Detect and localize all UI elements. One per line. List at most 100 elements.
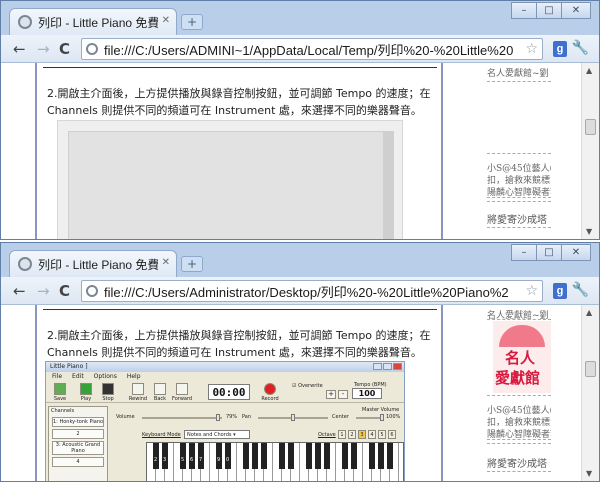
tab-close-icon[interactable]: ✕ xyxy=(162,15,170,26)
forward-arrow-icon[interactable]: → xyxy=(37,40,50,58)
bookmark-star-icon[interactable]: ☆ xyxy=(525,41,538,57)
article-column: 2.開啟主介面後，上方提供播放與錄音控制按鈕，並可調節 Tempo 的速度；在 … xyxy=(35,63,443,239)
scroll-down-icon[interactable]: ▼ xyxy=(586,469,592,478)
url-text[interactable]: file:///C:/Users/Administrator/Desktop/列… xyxy=(104,282,521,301)
record-label: Record xyxy=(261,396,279,402)
tempo-value: 100 xyxy=(352,388,382,399)
pan-label: Pan xyxy=(242,414,252,420)
title-bar: 列印 - Little Piano 免費虛擬 ✕ + – □ ✕ xyxy=(1,243,599,277)
paragraph-line: 2.開啟主介面後，上方提供播放與錄音控制按鈕，並可調節 Tempo 的速度；在 xyxy=(47,329,431,342)
maximize-button[interactable]: □ xyxy=(536,2,562,19)
channel-item: 3: Acoustic Grand Piano xyxy=(52,441,104,455)
wrench-icon[interactable]: 🔧 xyxy=(572,40,589,56)
sidebar: 名人愛獻館~劉 小S@45位藝人(圖 扣，搶救來競標， 陽麟心智障礙者籌 將愛寄… xyxy=(443,63,581,239)
dashed-divider xyxy=(487,471,551,472)
app-maximize-icon xyxy=(383,363,392,370)
menu-options: Options xyxy=(93,373,117,380)
address-bar[interactable]: file:///C:/Users/ADMINI~1/AppData/Local/… xyxy=(81,38,543,60)
app-body: Channels 1: Honky-tonk Piano 2 3: Acoust… xyxy=(46,404,404,481)
piano-keyboard: 23 567 90 xyxy=(146,442,404,481)
black-key xyxy=(387,443,393,469)
new-tab-button[interactable]: + xyxy=(181,14,203,30)
minimize-button[interactable]: – xyxy=(511,2,537,19)
wrench-icon[interactable]: 🔧 xyxy=(572,282,589,298)
dashed-divider xyxy=(487,201,551,202)
play-tool: Play xyxy=(76,383,96,402)
back-arrow-icon[interactable]: ← xyxy=(13,282,26,300)
dashed-divider xyxy=(487,443,551,444)
page-globe-icon xyxy=(18,15,32,29)
black-key xyxy=(243,443,249,469)
bookmark-star-icon[interactable]: ☆ xyxy=(525,283,538,299)
scroll-up-icon[interactable]: ▲ xyxy=(586,308,592,317)
black-key xyxy=(342,443,348,469)
browser-tab[interactable]: 列印 - Little Piano 免費虛擬 ✕ xyxy=(9,250,177,277)
dashed-divider xyxy=(487,227,551,228)
scrollbar-thumb[interactable] xyxy=(585,361,596,377)
google-extension-icon[interactable]: g xyxy=(553,41,567,57)
app-menu-bar: File Edit Options Help xyxy=(46,372,404,381)
save-tool: Save xyxy=(50,383,70,402)
dashed-divider xyxy=(487,81,551,82)
rewind-icon xyxy=(132,383,144,395)
black-key: 3 xyxy=(162,443,168,469)
browser-toolbar: ← → C file:///C:/Users/Administrator/Des… xyxy=(1,277,599,305)
new-tab-button[interactable]: + xyxy=(181,256,203,272)
white-key xyxy=(399,443,403,481)
page-icon xyxy=(86,43,98,55)
app-close-icon xyxy=(393,363,402,370)
browser-window-2: 列印 - Little Piano 免費虛擬 ✕ + – □ ✕ ← → C f… xyxy=(0,242,600,482)
close-window-button[interactable]: ✕ xyxy=(561,244,591,261)
scroll-up-icon[interactable]: ▲ xyxy=(586,66,592,75)
tab-title: 列印 - Little Piano 免費虛擬 xyxy=(38,15,158,30)
charity-ad-banner[interactable]: 名人 愛獻館 xyxy=(493,321,551,393)
browser-tab[interactable]: 列印 - Little Piano 免費虛擬 ✕ xyxy=(9,8,177,35)
google-extension-icon[interactable]: g xyxy=(553,283,567,299)
master-volume-knob xyxy=(380,414,384,421)
scroll-down-icon[interactable]: ▼ xyxy=(586,227,592,236)
black-key xyxy=(306,443,312,469)
url-text[interactable]: file:///C:/Users/ADMINI~1/AppData/Local/… xyxy=(104,40,521,59)
forward-arrow-icon[interactable]: → xyxy=(37,282,50,300)
menu-file: File xyxy=(52,373,63,380)
play-icon xyxy=(80,383,92,395)
tab-close-icon[interactable]: ✕ xyxy=(162,257,170,268)
black-key xyxy=(324,443,330,469)
page-globe-icon xyxy=(18,257,32,271)
screenshot-image-loading xyxy=(57,120,403,239)
sidebar-link[interactable]: 名人愛獻館~劉 xyxy=(487,66,551,79)
tempo-minus-button: - xyxy=(338,390,348,399)
browser-toolbar: ← → C file:///C:/Users/ADMINI~1/AppData/… xyxy=(1,35,599,63)
dashed-divider xyxy=(487,319,551,320)
app-title-bar: Little Piano ] xyxy=(46,362,404,372)
title-bar: 列印 - Little Piano 免費虛擬 ✕ + – □ ✕ xyxy=(1,1,599,35)
vertical-scrollbar[interactable]: ▲ ▼ xyxy=(581,305,599,481)
channels-header: Channels xyxy=(51,408,75,414)
sidebar: 名人愛獻館~劉 名人 愛獻館 小S@45位藝人(圖 扣，搶救來競標， 陽麟心智障… xyxy=(443,305,581,481)
reload-icon[interactable]: C xyxy=(59,282,70,300)
keyboard-mode-value: Notes and Chords xyxy=(187,432,232,438)
volume-track xyxy=(142,417,222,419)
dashed-divider xyxy=(487,197,551,198)
pan-value: Center xyxy=(332,414,349,420)
ad-graphic xyxy=(499,325,545,347)
paragraph-line: Channels 則提供不同的頻道可在 Instrument 處，來選擇不同的樂… xyxy=(47,104,422,117)
reload-icon[interactable]: C xyxy=(59,40,70,58)
dashed-divider xyxy=(487,395,551,396)
overwrite-label: Overwrite xyxy=(298,383,323,389)
back-arrow-icon[interactable]: ← xyxy=(13,40,26,58)
maximize-button[interactable]: □ xyxy=(536,244,562,261)
black-key xyxy=(351,443,357,469)
little-piano-screenshot: Little Piano ] File Edit Options Help Sa… xyxy=(45,361,405,481)
address-bar[interactable]: file:///C:/Users/Administrator/Desktop/列… xyxy=(81,280,543,302)
page-content: 2.開啟主介面後，上方提供播放與錄音控制按鈕，並可調節 Tempo 的速度；在 … xyxy=(1,63,599,239)
dashed-divider xyxy=(487,153,551,154)
scrollbar-thumb[interactable] xyxy=(585,119,596,135)
record-tool: Record xyxy=(260,383,280,402)
overwrite-checkbox: ☑ Overwrite xyxy=(292,383,323,389)
vertical-scrollbar[interactable]: ▲ ▼ xyxy=(581,63,599,239)
minimize-button[interactable]: – xyxy=(511,244,537,261)
channels-panel: Channels 1: Honky-tonk Piano 2 3: Acoust… xyxy=(48,406,108,481)
close-window-button[interactable]: ✕ xyxy=(561,2,591,19)
key-shortcut-label: 5 xyxy=(181,457,185,463)
